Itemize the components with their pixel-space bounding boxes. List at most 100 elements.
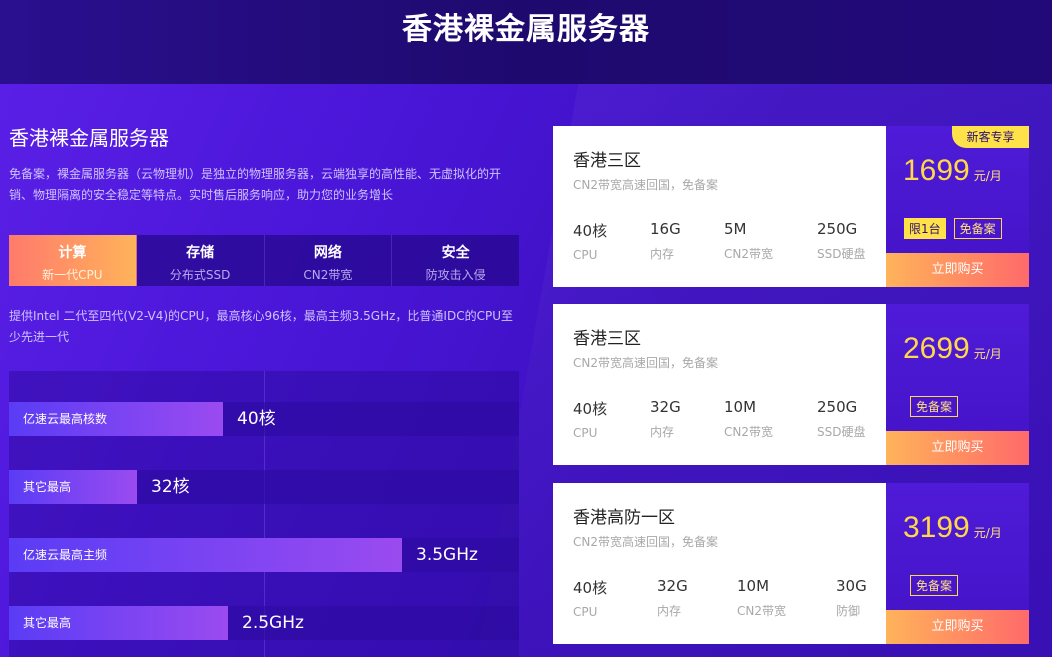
spec-label: CN2带宽 xyxy=(737,604,786,618)
price-amount: 3199 xyxy=(903,511,970,544)
comparison-row: 其它最高 2.5GHz xyxy=(9,606,519,640)
price-unit: 元/月 xyxy=(973,347,1002,361)
tab-label: 安全 xyxy=(441,245,470,261)
bar-label: 亿速云最高核数 xyxy=(23,412,108,426)
section-title: 香港裸金属服务器 xyxy=(9,126,169,150)
tab-label: 网络 xyxy=(313,245,342,261)
new-customer-badge: 新客专享 xyxy=(952,126,1029,148)
price: 3199 元/月 xyxy=(903,511,1002,545)
tab-network[interactable]: 网络 CN2带宽 xyxy=(264,235,393,286)
spec-label: CPU xyxy=(573,605,598,619)
spec-bandwidth: 5M CN2带宽 xyxy=(724,220,773,262)
spec-label: 内存 xyxy=(650,425,675,439)
spec-label: 内存 xyxy=(650,247,675,261)
product-card: 香港三区 CN2带宽高速回国，免备案 40核 CPU 32G 内存 10M CN… xyxy=(553,304,1029,465)
spec-memory: 32G 内存 xyxy=(657,577,688,619)
tab-label: 计算 xyxy=(58,245,87,261)
comparison-bar: 其它最高 xyxy=(9,606,228,640)
bar-value: 32核 xyxy=(151,477,190,497)
spec-label: CN2带宽 xyxy=(724,247,773,261)
spec-cpu: 40核 CPU xyxy=(573,577,607,619)
spec-disk: 250G SSD硬盘 xyxy=(817,398,865,440)
tab-compute[interactable]: 计算 新一代CPU xyxy=(9,235,137,286)
bar-label: 亿速云最高主频 xyxy=(23,548,108,562)
spec-bandwidth: 10M CN2带宽 xyxy=(737,577,786,619)
spec-memory: 32G 内存 xyxy=(650,398,681,440)
spec-disk: 250G SSD硬盘 xyxy=(817,220,865,262)
product-info: 香港三区 CN2带宽高速回国，免备案 40核 CPU 16G 内存 5M CN2… xyxy=(553,126,886,287)
spec-defense: 30G 防御 xyxy=(836,577,867,619)
comparison-bar: 亿速云最高核数 xyxy=(9,402,223,436)
spec-value: 32G xyxy=(650,398,681,416)
product-name: 香港三区 xyxy=(573,151,641,171)
price-panel: 2699 元/月 免备案 立即购买 xyxy=(886,304,1029,465)
tab-sublabel: 分布式SSD xyxy=(169,268,231,282)
tab-sublabel: 新一代CPU xyxy=(42,268,103,282)
comparison-row: 亿速云最高核数 40核 xyxy=(9,402,519,436)
product-card: 香港三区 CN2带宽高速回国，免备案 40核 CPU 16G 内存 5M CN2… xyxy=(553,126,1029,287)
section-description: 免备案，裸金属服务器（云物理机）是独立的物理服务器，云端独享的高性能、无虚拟化的… xyxy=(9,167,502,202)
spec-label: SSD硬盘 xyxy=(817,425,866,439)
spec-value: 40核 xyxy=(573,400,608,418)
spec-memory: 16G 内存 xyxy=(650,220,681,262)
comparison-bar: 其它最高 xyxy=(9,470,137,504)
tab-label: 存储 xyxy=(186,245,215,261)
spec-value: 40核 xyxy=(573,579,608,597)
bar-label: 其它最高 xyxy=(23,480,72,494)
spec-label: 防御 xyxy=(836,604,861,618)
tab-storage[interactable]: 存储 分布式SSD xyxy=(136,235,265,286)
price: 1699 元/月 xyxy=(903,154,1002,188)
spec-label: CPU xyxy=(573,248,598,262)
price-panel: 新客专享 1699 元/月 限1台 免备案 立即购买 xyxy=(886,126,1029,287)
tag-list: 限1台 免备案 xyxy=(904,218,1002,239)
tag-list: 免备案 xyxy=(910,396,959,417)
spec-label: 内存 xyxy=(657,604,682,618)
comparison-row: 亿速云最高主频 3.5GHz xyxy=(9,538,519,572)
price-unit: 元/月 xyxy=(973,169,1002,183)
spec-label: CPU xyxy=(573,426,598,440)
price: 2699 元/月 xyxy=(903,332,1002,366)
tab-sublabel: 防攻击入侵 xyxy=(425,268,486,282)
buy-button[interactable]: 立即购买 xyxy=(886,253,1029,287)
main-section: 香港裸金属服务器 免备案，裸金属服务器（云物理机）是独立的物理服务器，云端独享的… xyxy=(0,84,1052,657)
spec-value: 5M xyxy=(724,220,747,238)
no-filing-tag: 免备案 xyxy=(910,575,959,596)
price-amount: 1699 xyxy=(903,154,970,187)
bar-value: 3.5GHz xyxy=(416,545,478,565)
comparison-bar: 亿速云最高主频 xyxy=(9,538,402,572)
buy-button[interactable]: 立即购买 xyxy=(886,610,1029,644)
product-info: 香港高防一区 CN2带宽高速回国，免备案 40核 CPU 32G 内存 10M … xyxy=(553,483,886,644)
price-amount: 2699 xyxy=(903,332,970,365)
spec-label: SSD硬盘 xyxy=(817,247,866,261)
spec-bandwidth: 10M CN2带宽 xyxy=(724,398,773,440)
product-subtitle: CN2带宽高速回国，免备案 xyxy=(573,535,718,549)
spec-label: CN2带宽 xyxy=(724,425,773,439)
spec-value: 40核 xyxy=(573,222,608,240)
page-title: 香港裸金属服务器 xyxy=(402,12,650,47)
spec-value: 16G xyxy=(650,220,681,238)
price-panel: 3199 元/月 免备案 立即购买 xyxy=(886,483,1029,644)
product-card: 香港高防一区 CN2带宽高速回国，免备案 40核 CPU 32G 内存 10M … xyxy=(553,483,1029,644)
feature-tabs: 计算 新一代CPU 存储 分布式SSD 网络 CN2带宽 安全 防攻击入侵 xyxy=(9,235,519,286)
comparison-chart: 亿速云最高核数 40核 其它最高 32核 亿速云最高主频 3.5GHz 其它最高 xyxy=(9,371,519,657)
no-filing-tag: 免备案 xyxy=(910,396,959,417)
spec-value: 10M xyxy=(724,398,757,416)
spec-value: 250G xyxy=(817,220,858,238)
bar-value: 40核 xyxy=(237,409,276,429)
spec-value: 250G xyxy=(817,398,858,416)
product-subtitle: CN2带宽高速回国，免备案 xyxy=(573,356,718,370)
price-unit: 元/月 xyxy=(973,526,1002,540)
spec-cpu: 40核 CPU xyxy=(573,398,607,440)
product-name: 香港高防一区 xyxy=(573,508,675,528)
tag-list: 免备案 xyxy=(910,575,959,596)
spec-cpu: 40核 CPU xyxy=(573,220,607,262)
tab-sublabel: CN2带宽 xyxy=(303,268,353,282)
bar-label: 其它最高 xyxy=(23,616,72,630)
spec-value: 30G xyxy=(836,577,867,595)
no-filing-tag: 免备案 xyxy=(953,218,1002,239)
product-info: 香港三区 CN2带宽高速回国，免备案 40核 CPU 32G 内存 10M CN… xyxy=(553,304,886,465)
spec-value: 32G xyxy=(657,577,688,595)
tab-security[interactable]: 安全 防攻击入侵 xyxy=(392,235,519,286)
buy-button[interactable]: 立即购买 xyxy=(886,431,1029,465)
bar-value: 2.5GHz xyxy=(242,613,304,633)
